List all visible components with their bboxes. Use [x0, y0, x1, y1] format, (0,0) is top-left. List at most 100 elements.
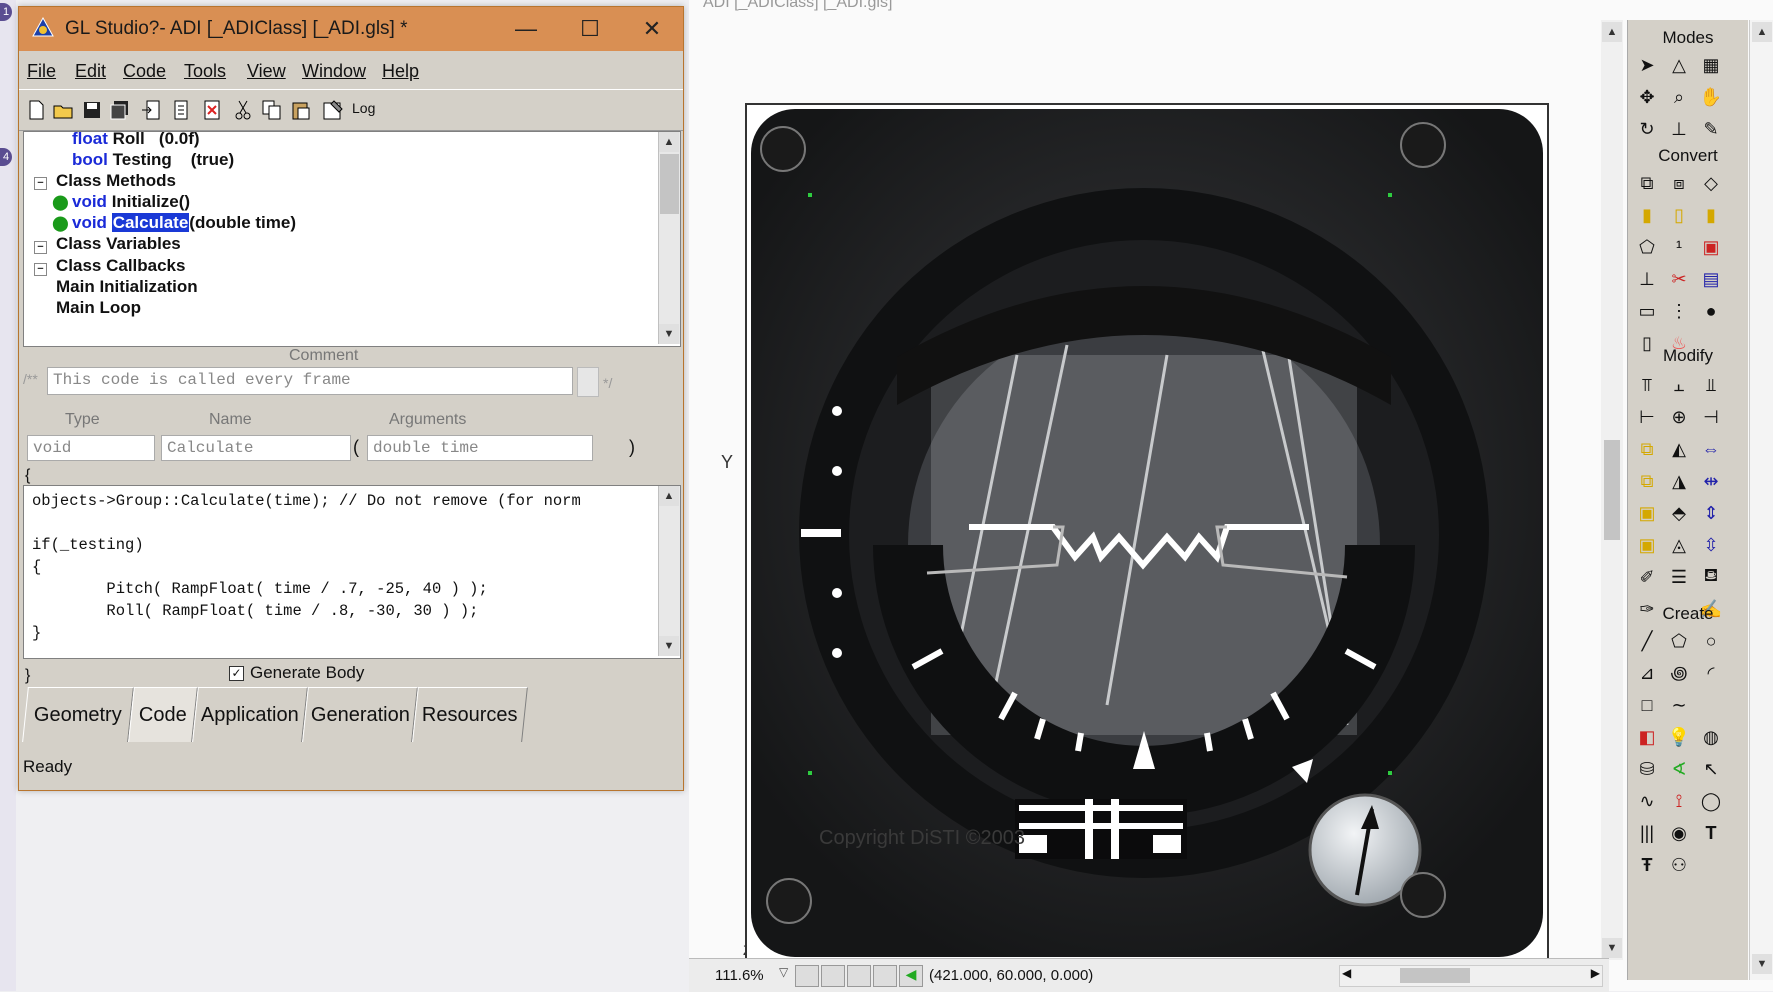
paste-icon[interactable]	[290, 99, 312, 121]
zoom-level[interactable]: 111.6%	[715, 967, 764, 984]
ungroup-icon[interactable]: ⧈	[1664, 168, 1694, 198]
tree-scrollbar[interactable]: ▲ ▼	[658, 132, 680, 344]
align-hcenter-icon[interactable]: ⊕	[1664, 402, 1694, 432]
send-back-icon[interactable]: ⧉	[1632, 466, 1662, 496]
bring-front-icon[interactable]: ⧉	[1632, 434, 1662, 464]
scroll-up-icon[interactable]: ▲	[1752, 22, 1772, 42]
eyedropper-icon[interactable]: ✎	[1696, 114, 1726, 144]
line-tool-icon[interactable]: ╱	[1632, 626, 1662, 656]
bounds-icon[interactable]	[873, 965, 897, 987]
line-weight-icon[interactable]: ☰	[1664, 562, 1694, 592]
textbox-tool-icon[interactable]: Ŧ	[1632, 850, 1662, 880]
scroll-down-icon[interactable]: ▼	[659, 324, 679, 344]
light-tool-icon[interactable]: 💡	[1664, 722, 1694, 752]
tree-item-class-variables[interactable]: Class Variables	[56, 234, 181, 258]
cut-icon[interactable]	[232, 99, 254, 121]
cut-shape-icon[interactable]: ⬠	[1632, 232, 1662, 262]
code-editor[interactable]: objects->Group::Calculate(time); // Do n…	[23, 485, 681, 659]
tab-application[interactable]: Application	[192, 687, 308, 742]
picker-icon[interactable]: ✐	[1632, 562, 1662, 592]
number-icon[interactable]: ¹	[1664, 232, 1694, 262]
skew-icon[interactable]: ⬘	[1664, 498, 1694, 528]
pan-hand-icon[interactable]: ✋	[1696, 82, 1726, 112]
flip-icon[interactable]: ◭	[1664, 434, 1694, 464]
convert-yellow3-icon[interactable]: ▮	[1696, 200, 1726, 230]
new-file-icon[interactable]	[25, 99, 47, 121]
ring-tool-icon[interactable]: ◯	[1696, 786, 1726, 816]
open-folder-icon[interactable]	[52, 99, 74, 121]
axis-icon[interactable]: ⊥	[1664, 114, 1694, 144]
forward-icon[interactable]: ▣	[1632, 498, 1662, 528]
circle-tool-icon[interactable]: ○	[1696, 626, 1726, 656]
snap-points-icon[interactable]	[847, 965, 871, 987]
texture-tool-icon[interactable]: ◧	[1632, 722, 1662, 752]
menu-edit[interactable]: Edit	[75, 61, 106, 82]
angle-tool-icon[interactable]: ∢	[1664, 754, 1694, 784]
zoom-dropdown-icon[interactable]: ▽	[779, 965, 788, 979]
scroll-up-icon[interactable]: ▲	[1602, 22, 1622, 42]
align-left-icon[interactable]: ⊢	[1632, 402, 1662, 432]
scroll-left-icon[interactable]: ◀	[1342, 966, 1351, 980]
collapse-toggle[interactable]: −	[34, 177, 47, 190]
maximize-button[interactable]: ☐	[559, 7, 621, 51]
align-top-icon[interactable]: ⫪	[1632, 370, 1662, 400]
align-icon[interactable]: ▤	[1696, 264, 1726, 294]
arrow-tool-icon[interactable]: ↖	[1696, 754, 1726, 784]
layers-icon[interactable]: ▣	[1696, 232, 1726, 262]
arguments-field[interactable]: double time	[367, 435, 593, 461]
close-button[interactable]: ✕	[621, 7, 683, 51]
text-tool-icon[interactable]: T	[1696, 818, 1726, 848]
arc-tool-icon[interactable]: ◜	[1696, 658, 1726, 688]
cube-icon[interactable]: ◇	[1696, 168, 1726, 198]
save-icon[interactable]	[81, 99, 103, 121]
copy-icon[interactable]	[261, 99, 283, 121]
name-field[interactable]: Calculate	[161, 435, 351, 461]
scroll-down-icon[interactable]: ▼	[659, 636, 679, 656]
select-arrow-icon[interactable]: ➤	[1632, 50, 1662, 80]
scroll-thumb[interactable]	[1604, 440, 1620, 540]
minimize-button[interactable]: —	[495, 7, 557, 51]
scroll-down-icon[interactable]: ▼	[1752, 954, 1772, 974]
generate-body-checkbox[interactable]: ✓ Generate Body	[229, 663, 364, 683]
menu-code[interactable]: Code	[123, 61, 166, 82]
title-bar[interactable]: GL Studio?- ADI [_ADIClass] [_ADI.gls] *…	[19, 7, 683, 51]
zoom-icon[interactable]: ⌕	[1664, 82, 1694, 112]
globe-tool-icon[interactable]: ◍	[1696, 722, 1726, 752]
snap-toggle-icon[interactable]	[821, 965, 845, 987]
convert-yellow2-icon[interactable]: ▯	[1664, 200, 1694, 230]
canvas-vscrollbar[interactable]: ▲ ▼	[1601, 20, 1623, 960]
scroll-thumb[interactable]	[660, 154, 679, 214]
sphere-icon[interactable]: ●	[1696, 296, 1726, 326]
collapse-toggle[interactable]: −	[34, 241, 47, 254]
tree-icon[interactable]: ⋮	[1664, 296, 1694, 326]
polyline-tool-icon[interactable]: ⊿	[1632, 658, 1662, 688]
scissors-icon[interactable]: ✂	[1664, 264, 1694, 294]
menu-file[interactable]: File	[27, 61, 56, 82]
scroll-thumb[interactable]	[1400, 968, 1470, 983]
distribute-h-icon[interactable]: ⇔	[1696, 434, 1726, 464]
grid-icon[interactable]: ▦	[1696, 50, 1726, 80]
design-canvas[interactable]: Y Z X	[691, 20, 1607, 964]
export-icon[interactable]	[171, 99, 193, 121]
scroll-up-icon[interactable]: ▲	[659, 132, 679, 152]
mirror-icon[interactable]: ◮	[1664, 466, 1694, 496]
ruler-icon[interactable]: ▭	[1632, 296, 1662, 326]
center-v-icon[interactable]: ⇕	[1696, 498, 1726, 528]
type-field[interactable]: void	[27, 435, 155, 461]
scroll-right-icon[interactable]: ▶	[1591, 966, 1600, 980]
menu-help[interactable]: Help	[382, 61, 419, 82]
menu-tools[interactable]: Tools	[184, 61, 226, 82]
tab-resources[interactable]: Resources	[412, 687, 528, 742]
graph-tool-icon[interactable]: ∿	[1632, 786, 1662, 816]
menu-view[interactable]: View	[247, 61, 286, 82]
adi-instrument[interactable]: Copyright DiSTI ©2003	[745, 103, 1549, 963]
tab-code[interactable]: Code	[128, 687, 198, 742]
rotate-icon[interactable]: ↻	[1632, 114, 1662, 144]
spiral-tool-icon[interactable]: ꩜	[1664, 658, 1694, 688]
curve-tool-icon[interactable]: ∼	[1664, 690, 1694, 720]
chart-tool-icon[interactable]: ⟟	[1664, 786, 1694, 816]
edit-vertices-icon[interactable]: △	[1664, 50, 1694, 80]
import-icon[interactable]	[141, 99, 163, 121]
close-file-icon[interactable]	[201, 99, 223, 121]
base-icon[interactable]: ⊥	[1632, 264, 1662, 294]
